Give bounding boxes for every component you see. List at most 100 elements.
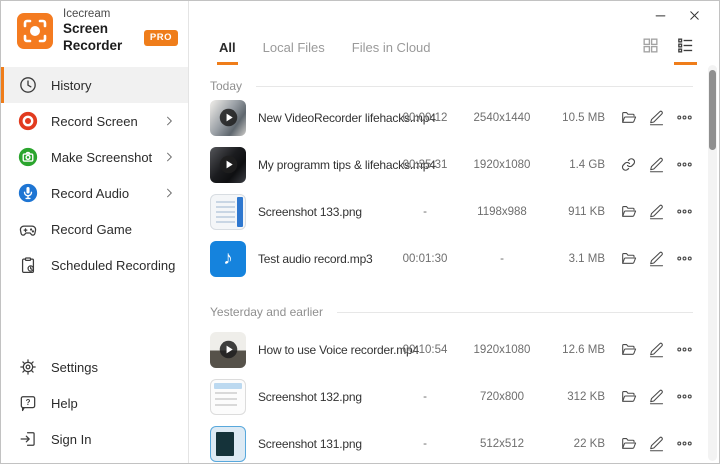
sidebar-item-history[interactable]: History <box>1 67 188 103</box>
pencil-icon <box>648 203 665 220</box>
file-thumbnail[interactable] <box>210 193 246 230</box>
open-folder-button[interactable] <box>619 203 637 221</box>
file-resolution: 720x800 <box>479 390 525 403</box>
file-thumbnail[interactable] <box>210 99 246 136</box>
file-thumbnail[interactable] <box>210 425 246 462</box>
more-dots-icon <box>676 109 693 126</box>
file-row[interactable]: ♪ Test audio record.mp3 00:01:30 - 3.1 M… <box>210 235 693 282</box>
file-thumbnail[interactable] <box>210 378 246 415</box>
file-resolution: 1920x1080 <box>473 343 531 356</box>
sidebar-item-make-screenshot[interactable]: Make Screenshot <box>1 139 188 175</box>
scrollbar-thumb[interactable] <box>709 70 716 150</box>
list-view-button[interactable] <box>674 36 697 65</box>
file-name: New VideoRecorder lifehacks.mp4 <box>258 110 436 125</box>
edit-button[interactable] <box>647 156 665 174</box>
more-dots-icon <box>676 435 693 452</box>
list-view-icon <box>676 36 695 55</box>
file-duration: 00:00:12 <box>402 111 448 124</box>
sign-in-icon <box>17 428 39 450</box>
tab-bar: All Local Files Files in Cloud <box>189 27 719 65</box>
file-row[interactable]: New VideoRecorder lifehacks.mp4 00:00:12… <box>210 94 693 141</box>
link-icon <box>620 156 637 173</box>
tab-files-in-cloud[interactable]: Files in Cloud <box>352 40 431 65</box>
more-options-button[interactable] <box>675 388 693 406</box>
sidebar-item-record-game[interactable]: Record Game <box>1 211 188 247</box>
sidebar-item-settings[interactable]: Settings <box>1 349 188 385</box>
tab-all[interactable]: All <box>217 40 238 65</box>
file-name: My programm tips & lifehacks.mp4 <box>258 157 436 172</box>
grid-view-button[interactable] <box>639 36 662 65</box>
minimize-button[interactable] <box>645 7 675 27</box>
file-thumbnail[interactable] <box>210 331 246 368</box>
grid-view-icon <box>641 36 660 55</box>
file-duration: - <box>423 205 427 218</box>
file-size: 312 KB <box>567 390 605 403</box>
pencil-icon <box>648 435 665 452</box>
more-dots-icon <box>676 203 693 220</box>
svg-text:?: ? <box>26 398 31 407</box>
file-row[interactable]: Screenshot 131.png - 512x512 22 KB <box>210 420 693 463</box>
more-options-button[interactable] <box>675 156 693 174</box>
sidebar-item-sign-in[interactable]: Sign In <box>1 421 188 457</box>
more-options-button[interactable] <box>675 109 693 127</box>
sidebar: Icecream Screen Recorder PRO History Rec… <box>1 1 189 463</box>
file-duration: 00:01:30 <box>402 252 448 265</box>
open-folder-button[interactable] <box>619 435 637 453</box>
sidebar-item-scheduled-recording[interactable]: Scheduled Recording <box>1 247 188 283</box>
file-duration: - <box>423 390 427 403</box>
record-icon <box>17 110 39 132</box>
scrollbar-track[interactable] <box>708 65 717 461</box>
sidebar-item-record-screen[interactable]: Record Screen <box>1 103 188 139</box>
close-button[interactable] <box>679 7 709 27</box>
file-section: Yesterday and earlier How to use Voice r… <box>210 304 693 463</box>
titlebar <box>189 1 719 27</box>
gear-icon <box>17 356 39 378</box>
edit-button[interactable] <box>647 435 665 453</box>
play-icon <box>210 147 246 183</box>
open-folder-button[interactable] <box>619 341 637 359</box>
chevron-right-icon <box>162 114 176 128</box>
sidebar-item-help[interactable]: ? Help <box>1 385 188 421</box>
file-row[interactable]: Screenshot 133.png - 1198x988 911 KB <box>210 188 693 235</box>
edit-button[interactable] <box>647 250 665 268</box>
file-size: 3.1 MB <box>568 252 605 265</box>
more-dots-icon <box>676 156 693 173</box>
file-row[interactable]: How to use Voice recorder.mp4 00:10:54 1… <box>210 326 693 373</box>
file-size: 12.6 MB <box>562 343 605 356</box>
more-options-button[interactable] <box>675 250 693 268</box>
file-name: How to use Voice recorder.mp4 <box>258 342 419 357</box>
edit-button[interactable] <box>647 109 665 127</box>
more-options-button[interactable] <box>675 341 693 359</box>
microphone-icon <box>17 182 39 204</box>
folder-icon <box>620 435 637 452</box>
file-thumbnail[interactable] <box>210 146 246 183</box>
file-resolution: 1920x1080 <box>473 158 531 171</box>
file-resolution: - <box>500 252 504 265</box>
file-row[interactable]: My programm tips & lifehacks.mp4 00:35:3… <box>210 141 693 188</box>
pencil-icon <box>648 341 665 358</box>
brand-name-top: Icecream <box>63 7 111 20</box>
tab-local-files[interactable]: Local Files <box>263 40 325 65</box>
file-resolution: 512x512 <box>479 437 525 450</box>
file-thumbnail[interactable]: ♪ <box>210 240 246 277</box>
more-options-button[interactable] <box>675 435 693 453</box>
more-options-button[interactable] <box>675 203 693 221</box>
edit-button[interactable] <box>647 388 665 406</box>
file-resolution: 2540x1440 <box>473 111 531 124</box>
folder-icon <box>620 250 637 267</box>
open-folder-button[interactable] <box>619 109 637 127</box>
chevron-right-icon <box>162 150 176 164</box>
brand-name-bottom: Screen Recorder <box>63 21 123 54</box>
edit-button[interactable] <box>647 341 665 359</box>
file-row[interactable]: Screenshot 132.png - 720x800 312 KB <box>210 373 693 420</box>
open-folder-button[interactable] <box>619 388 637 406</box>
file-duration: 00:35:31 <box>402 158 448 171</box>
app-logo-icon <box>17 13 53 49</box>
file-list: Today New VideoRecorder lifehacks.mp4 00… <box>189 65 719 463</box>
open-folder-button[interactable] <box>619 250 637 268</box>
folder-icon <box>620 109 637 126</box>
sidebar-item-record-audio[interactable]: Record Audio <box>1 175 188 211</box>
edit-button[interactable] <box>647 203 665 221</box>
copy-link-button[interactable] <box>619 156 637 174</box>
help-icon: ? <box>17 392 39 414</box>
